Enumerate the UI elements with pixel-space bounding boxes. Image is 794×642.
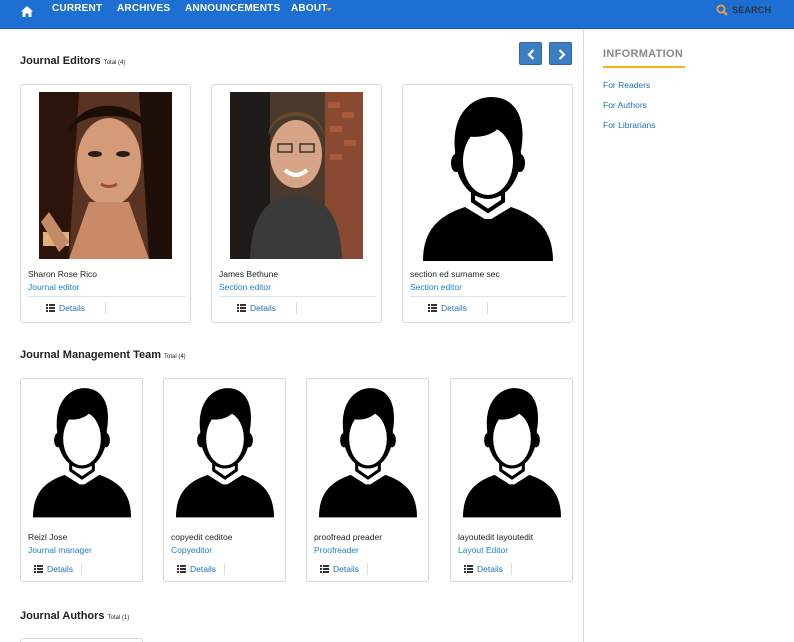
editor-role[interactable]: Section editor: [410, 282, 462, 292]
details-label: Details: [190, 564, 216, 574]
details-separator: [105, 302, 106, 314]
sidebar-link-for-librarians[interactable]: For Librarians: [603, 120, 655, 130]
chevron-left-icon: [527, 49, 535, 60]
team-member-card: Reizl Jose Journal manager Details: [20, 378, 143, 582]
team-member-card: proofread preader Proofreader Details: [306, 378, 429, 582]
woman-portrait-photo: [39, 92, 172, 259]
editor-name: James Bethune: [219, 269, 279, 279]
author-card: [20, 638, 143, 642]
details-separator: [296, 302, 297, 314]
member-role[interactable]: Proofreader: [314, 545, 359, 555]
card-divider: [410, 296, 567, 297]
member-name: proofread preader: [314, 532, 383, 542]
default-avatar-icon: [463, 385, 561, 519]
sidebar-title-underline: [603, 66, 685, 68]
sidebar-title: INFORMATION: [603, 48, 684, 60]
team-member-card: layoutedit layoutedit Layout Editor Deta…: [450, 378, 573, 582]
man-portrait-photo: [230, 92, 363, 259]
editor-role[interactable]: Journal editor: [28, 282, 80, 292]
search-icon: [716, 4, 728, 16]
details-separator: [511, 563, 512, 575]
details-button[interactable]: Details: [237, 303, 276, 313]
carousel-prev-button[interactable]: [519, 42, 542, 65]
section-title-management: Journal Management Team Total (4): [20, 349, 186, 361]
section-title-editors-text: Journal Editors: [20, 55, 101, 67]
caret-down-icon: [326, 8, 332, 11]
member-name: copyedit ceditoe: [171, 532, 233, 542]
sidebar-link-for-readers[interactable]: For Readers: [603, 80, 650, 90]
top-navigation-bar: CURRENT ARCHIVES ANNOUNCEMENTS ABOUT SEA…: [0, 0, 794, 29]
default-avatar-icon: [176, 385, 274, 519]
details-label: Details: [333, 564, 359, 574]
member-name: layoutedit layoutedit: [458, 532, 534, 542]
sidebar-divider: [583, 29, 584, 642]
section-title-editors: Journal Editors Total (4): [20, 55, 125, 67]
list-icon: [34, 565, 43, 573]
details-separator: [81, 563, 82, 575]
carousel-next-button[interactable]: [549, 42, 572, 65]
list-icon: [428, 304, 437, 312]
details-button[interactable]: Details: [320, 564, 359, 574]
editor-card: Sharon Rose Rico Journal editor Details: [20, 84, 191, 323]
section-total-management: Total (4): [164, 354, 186, 360]
details-button[interactable]: Details: [428, 303, 467, 313]
nav-about[interactable]: ABOUT: [291, 3, 328, 14]
member-role[interactable]: Copyeditor: [171, 545, 212, 555]
list-icon: [320, 565, 329, 573]
editor-name: Sharon Rose Rico: [28, 269, 97, 279]
section-title-management-text: Journal Management Team: [20, 349, 161, 361]
list-icon: [177, 565, 186, 573]
details-separator: [487, 302, 488, 314]
member-role[interactable]: Layout Editor: [458, 545, 508, 555]
details-label: Details: [477, 564, 503, 574]
sidebar-link-for-authors[interactable]: For Authors: [603, 100, 647, 110]
default-avatar-icon: [423, 93, 553, 263]
editor-card: section ed surname sec Section editor De…: [402, 84, 573, 323]
list-icon: [46, 304, 55, 312]
card-divider: [219, 296, 376, 297]
details-label: Details: [59, 303, 85, 313]
default-avatar-icon: [33, 385, 131, 519]
details-label: Details: [47, 564, 73, 574]
team-member-card: copyedit ceditoe Copyeditor Details: [163, 378, 286, 582]
details-button[interactable]: Details: [46, 303, 85, 313]
details-button[interactable]: Details: [177, 564, 216, 574]
search-label: SEARCH: [732, 5, 772, 15]
details-button[interactable]: Details: [34, 564, 73, 574]
nav-current[interactable]: CURRENT: [52, 3, 102, 14]
editor-card: James Bethune Section editor Details: [211, 84, 382, 323]
editor-role[interactable]: Section editor: [219, 282, 271, 292]
chevron-right-icon: [558, 49, 566, 60]
nav-archives[interactable]: ARCHIVES: [117, 3, 170, 14]
details-label: Details: [441, 303, 467, 313]
list-icon: [464, 565, 473, 573]
section-title-authors: Journal Authors Total (1): [20, 610, 129, 622]
details-separator: [367, 563, 368, 575]
details-separator: [224, 563, 225, 575]
details-button[interactable]: Details: [464, 564, 503, 574]
details-label: Details: [250, 303, 276, 313]
default-avatar-icon: [319, 385, 417, 519]
nav-announcements[interactable]: ANNOUNCEMENTS: [185, 3, 280, 14]
list-icon: [237, 304, 246, 312]
member-role[interactable]: Journal manager: [28, 545, 92, 555]
editor-name: section ed surname sec: [410, 269, 500, 279]
home-icon[interactable]: [20, 5, 34, 19]
member-name: Reizl Jose: [28, 532, 68, 542]
card-divider: [28, 296, 185, 297]
section-total-editors: Total (4): [103, 60, 126, 66]
section-title-authors-text: Journal Authors: [20, 610, 105, 622]
section-total-authors: Total (1): [107, 615, 130, 621]
